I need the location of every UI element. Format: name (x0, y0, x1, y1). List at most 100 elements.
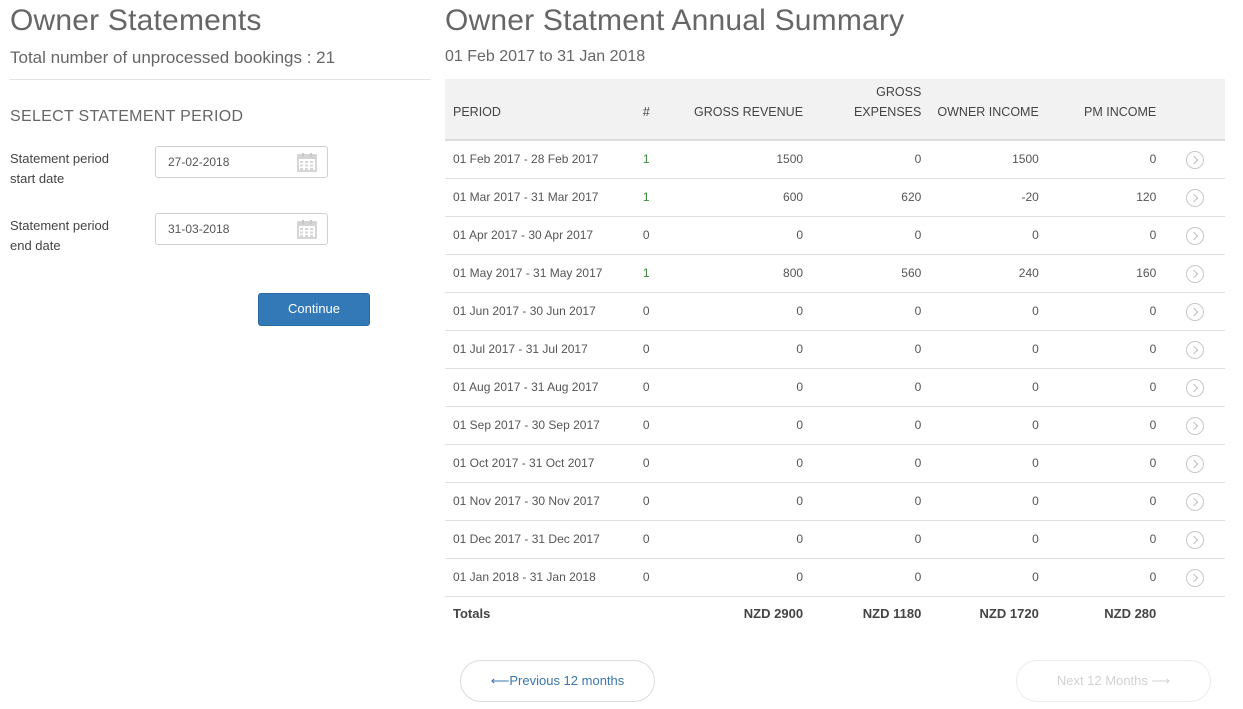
header-count: # (642, 105, 650, 119)
gross-revenue-cell: 0 (796, 380, 804, 394)
period-cell: 01 Dec 2017 - 31 Dec 2017 (453, 532, 600, 546)
count-cell: 0 (642, 494, 650, 508)
start-date-input[interactable]: 27-02-2018 (155, 146, 328, 178)
gross-expenses-cell: 0 (914, 456, 922, 470)
count-cell: 0 (642, 532, 650, 546)
pm-income-cell: 160 (1136, 266, 1157, 280)
totals-action (1164, 596, 1225, 630)
count-cell[interactable]: 1 (635, 254, 678, 292)
pm-income-cell: 0 (1149, 494, 1157, 508)
gross-expenses-cell: 0 (914, 418, 922, 432)
count-cell: 0 (642, 570, 650, 584)
header-action (1164, 79, 1225, 140)
totals-gross-revenue: NZD 2900 (743, 605, 804, 621)
row-action-cell (1164, 216, 1225, 254)
next-12-months-button[interactable]: Next 12 Months ⟶ (1016, 660, 1211, 702)
gross-revenue-cell: 0 (796, 418, 804, 432)
pm-income-cell: 0 (1149, 228, 1157, 242)
start-date-label: Statement period start date (10, 149, 140, 189)
pm-income-cell: 0 (1149, 304, 1157, 318)
summary-date-range: 01 Feb 2017 to 31 Jan 2018 (445, 48, 646, 65)
table-row: 01 Jun 2017 - 30 Jun 2017 0 0 0 0 0 (445, 292, 1225, 330)
row-action-cell (1164, 140, 1225, 178)
gross-revenue-cell: 800 (783, 266, 804, 280)
count-cell[interactable]: 1 (635, 178, 678, 216)
annual-summary-table: PERIOD # GROSS REVENUE GROSS EXPENSES OW… (445, 79, 1225, 630)
row-action-cell (1164, 444, 1225, 482)
chevron-right-circle-icon[interactable] (1185, 226, 1204, 245)
pm-income-cell: 0 (1149, 418, 1157, 432)
totals-count (635, 596, 678, 630)
count-cell[interactable]: 1 (635, 140, 678, 178)
owner-income-cell: -20 (1021, 190, 1039, 204)
previous-12-months-button[interactable]: ⟵Previous 12 months (460, 660, 655, 702)
chevron-right-circle-icon[interactable] (1185, 340, 1204, 359)
period-cell: 01 Mar 2017 - 31 Mar 2017 (453, 190, 599, 204)
count-cell: 0 (642, 342, 650, 356)
row-action-cell (1164, 406, 1225, 444)
owner-income-cell: 0 (1032, 380, 1039, 394)
gross-revenue-cell: 0 (796, 494, 804, 508)
period-cell: 01 May 2017 - 31 May 2017 (453, 266, 603, 280)
end-date-label-line1: Statement period (10, 218, 110, 233)
end-date-input[interactable]: 31-03-2018 (155, 213, 328, 245)
period-cell: 01 Oct 2017 - 31 Oct 2017 (453, 456, 595, 470)
start-date-value: 27-02-2018 (168, 155, 230, 169)
chevron-right-circle-icon[interactable] (1185, 188, 1204, 207)
gross-revenue-cell: 0 (796, 532, 804, 546)
chevron-right-circle-icon[interactable] (1185, 416, 1204, 435)
gross-expenses-cell: 620 (901, 190, 922, 204)
pm-income-cell: 0 (1149, 152, 1157, 167)
chevron-right-circle-icon[interactable] (1185, 530, 1204, 549)
end-date-label-line2: end date (10, 238, 61, 253)
count-cell: 0 (642, 418, 650, 432)
gross-revenue-cell: 0 (796, 304, 804, 318)
continue-button[interactable]: Continue (258, 293, 370, 326)
gross-expenses-cell: 0 (914, 342, 922, 356)
period-cell: 01 Jul 2017 - 31 Jul 2017 (453, 342, 588, 356)
chevron-right-circle-icon[interactable] (1185, 492, 1204, 511)
owner-income-cell: 0 (1032, 228, 1039, 242)
gross-expenses-cell: 0 (914, 380, 922, 394)
row-action-cell (1164, 558, 1225, 596)
gross-expenses-cell: 0 (914, 532, 922, 546)
chevron-right-circle-icon[interactable] (1185, 150, 1204, 169)
period-cell: 01 Jan 2018 - 31 Jan 2018 (453, 570, 596, 584)
owner-income-cell: 0 (1032, 418, 1039, 432)
unprocessed-bookings-count: Total number of unprocessed bookings : 2… (10, 48, 336, 67)
header-gross-revenue: GROSS REVENUE (693, 105, 804, 119)
gross-revenue-cell: 0 (796, 570, 804, 584)
period-cell: 01 Feb 2017 - 28 Feb 2017 (453, 152, 599, 167)
period-cell: 01 Sep 2017 - 30 Sep 2017 (453, 418, 600, 432)
header-pm-income: PM INCOME (1084, 105, 1157, 119)
pm-income-cell: 0 (1149, 532, 1157, 546)
gross-revenue-cell: 600 (783, 190, 804, 204)
count-cell: 0 (642, 304, 650, 318)
owner-income-cell: 0 (1032, 494, 1039, 508)
gross-expenses-cell: 0 (914, 304, 922, 318)
row-action-cell (1164, 520, 1225, 558)
calendar-icon[interactable] (297, 152, 317, 172)
page-title: Owner Statements (10, 4, 262, 37)
owner-income-cell: 1500 (1012, 152, 1039, 167)
pm-income-cell: 0 (1149, 380, 1157, 394)
row-action-cell (1164, 482, 1225, 520)
chevron-right-circle-icon[interactable] (1185, 264, 1204, 283)
header-gross-expenses: GROSS EXPENSES (811, 79, 929, 140)
row-action-cell (1164, 292, 1225, 330)
table-row: 01 Apr 2017 - 30 Apr 2017 0 0 0 0 0 (445, 216, 1225, 254)
calendar-icon[interactable] (297, 219, 317, 239)
table-row: 01 Aug 2017 - 31 Aug 2017 0 0 0 0 0 (445, 368, 1225, 406)
header-gross-expenses-line1: GROSS (876, 85, 922, 99)
end-date-label: Statement period end date (10, 216, 140, 256)
totals-gross-expenses: NZD 1180 (862, 605, 922, 621)
table-row: 01 May 2017 - 31 May 2017 1 800 560 240 160 (445, 254, 1225, 292)
table-row: 01 Jul 2017 - 31 Jul 2017 0 0 0 0 0 (445, 330, 1225, 368)
chevron-right-circle-icon[interactable] (1185, 378, 1204, 397)
table-row: 01 Nov 2017 - 30 Nov 2017 0 0 0 0 0 (445, 482, 1225, 520)
chevron-right-circle-icon[interactable] (1185, 302, 1204, 321)
chevron-right-circle-icon[interactable] (1185, 568, 1204, 587)
row-action-cell (1164, 178, 1225, 216)
chevron-right-circle-icon[interactable] (1185, 454, 1204, 473)
end-date-value: 31-03-2018 (168, 222, 230, 236)
